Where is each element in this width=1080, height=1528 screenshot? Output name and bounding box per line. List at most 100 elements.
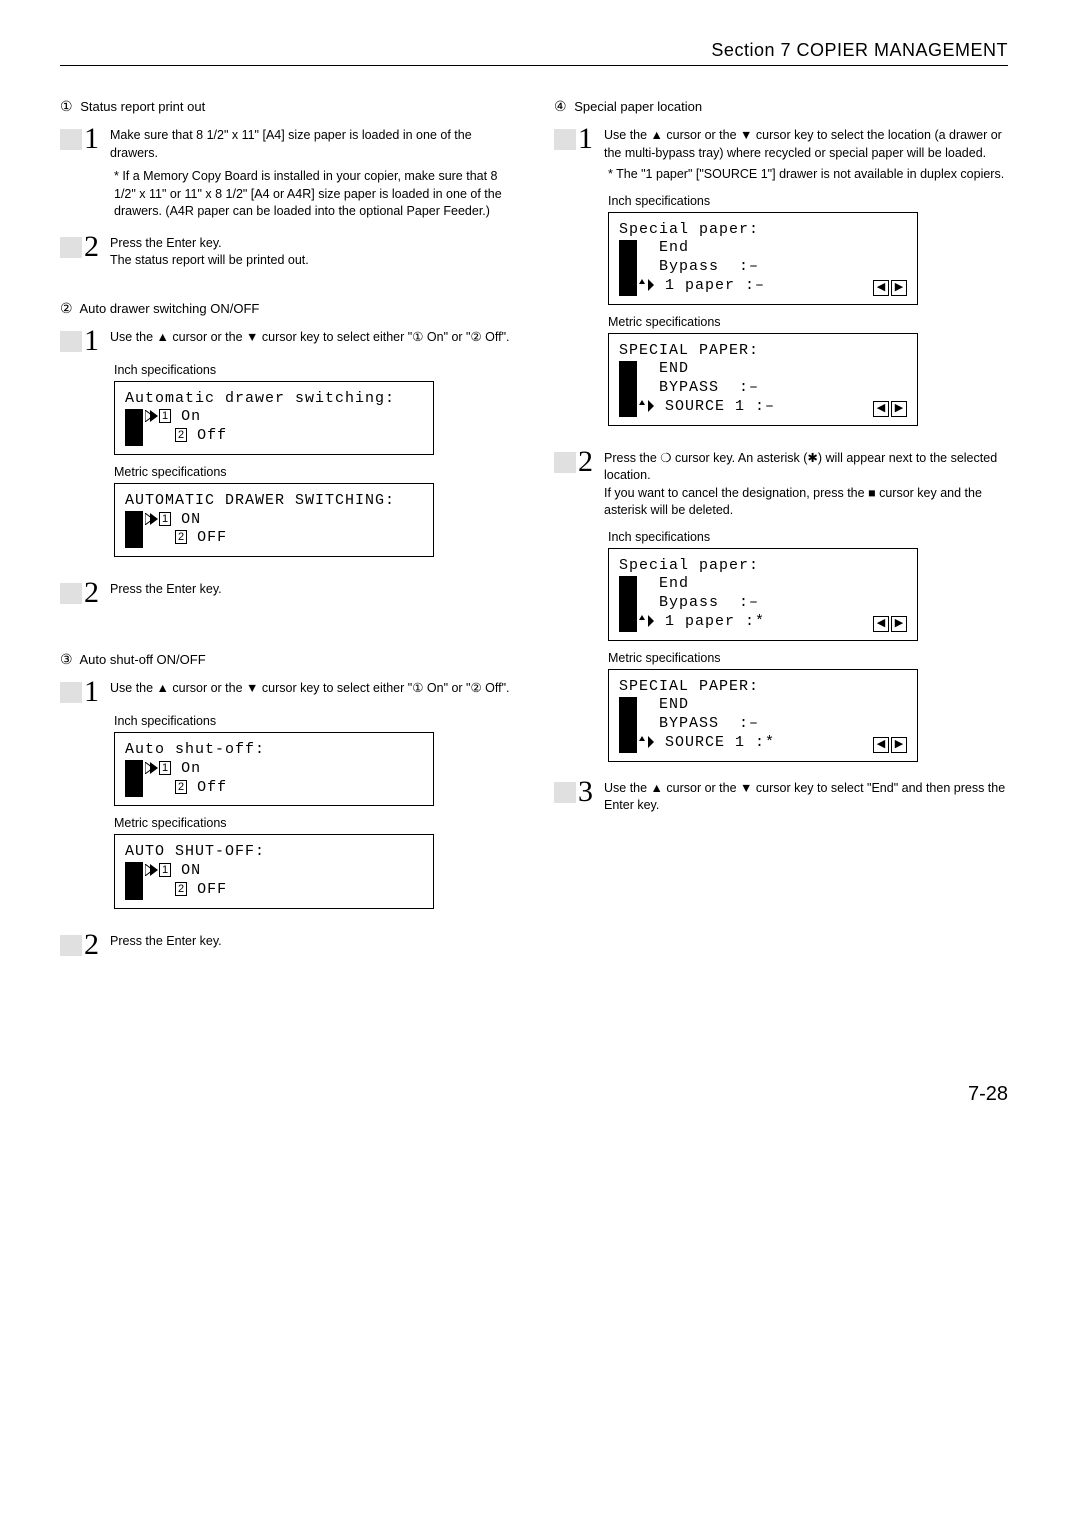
page-header: Section 7 COPIER MANAGEMENT: [60, 40, 1008, 66]
lcd-opt1: 1 ON: [125, 862, 423, 881]
updown-icon: [639, 736, 655, 748]
arrow-select-icon: [145, 762, 159, 774]
lcd-screen-item4-inch2: Special paper: End Bypass :– 1 paper :* …: [608, 548, 918, 641]
item3-step1: 1 Use the ▲ cursor or the ▼ cursor key t…: [60, 680, 514, 704]
lcd-title: SPECIAL PAPER:: [619, 342, 907, 361]
step-text-line1: Press the Enter key.: [110, 236, 222, 250]
inch-spec-label: Inch specifications: [114, 714, 514, 728]
lcd-title: SPECIAL PAPER:: [619, 678, 907, 697]
step-number: 1: [84, 329, 100, 353]
step-text: Use the ▲ cursor or the ▼ cursor key to …: [110, 329, 514, 347]
option-num-2: 2: [175, 882, 187, 896]
lcd-title: Special paper:: [619, 557, 907, 576]
left-arrow-icon: ◀: [873, 616, 889, 632]
updown-icon: [639, 400, 655, 412]
lcd-screen-item4-inch: Special paper: End Bypass :– 1 paper :– …: [608, 212, 918, 305]
lcd-line2: BYPASS :–: [619, 715, 907, 734]
lcd-opt1: 1 On: [125, 408, 423, 427]
lcd-opt1: 1 On: [125, 760, 423, 779]
updown-icon: [639, 615, 655, 627]
step-text: Press the Enter key. The status report w…: [110, 235, 514, 270]
lcd-title: Automatic drawer switching:: [125, 390, 423, 409]
option-2-text: Off: [197, 427, 227, 444]
option-num-2: 2: [175, 428, 187, 442]
section-title: Section 7 COPIER MANAGEMENT: [711, 40, 1008, 60]
lcd-opt1: 1 ON: [125, 511, 423, 530]
lcd-nav-arrows: ◀ ▶: [873, 737, 907, 753]
lcd-opt2: 2 OFF: [125, 529, 423, 548]
lcd-title: AUTO SHUT-OFF:: [125, 843, 423, 862]
option-1-text: On: [181, 408, 201, 425]
lcd-line3: 1 paper :–: [619, 277, 907, 296]
right-arrow-icon: ▶: [891, 401, 907, 417]
item2-step2: 2 Press the Enter key.: [60, 581, 514, 605]
item2-step1: 1 Use the ▲ cursor or the ▼ cursor key t…: [60, 329, 514, 353]
lcd-nav-arrows: ◀ ▶: [873, 401, 907, 417]
lcd-opt2: 2 Off: [125, 779, 423, 798]
option-2-text: OFF: [197, 881, 227, 898]
right-column: ④ Special paper location 1 Use the ▲ cur…: [554, 90, 1008, 963]
arrow-select-icon: [145, 864, 159, 876]
option-1-text: ON: [181, 862, 201, 879]
lcd-line2: Bypass :–: [619, 594, 907, 613]
lcd-line3: SOURCE 1 :*: [619, 734, 907, 753]
lcd-screen-item4-metric: SPECIAL PAPER: END BYPASS :– SOURCE 1 :–…: [608, 333, 918, 426]
lcd-screen-item3-inch: Auto shut-off: 1 On 2 Off: [114, 732, 434, 806]
step2-note: If you want to cancel the designation, p…: [604, 486, 982, 518]
item2-title-text: Auto drawer switching ON/OFF: [79, 301, 259, 316]
metric-spec-label2: Metric specifications: [608, 651, 1008, 665]
step-box: [60, 935, 82, 956]
lcd-screen-item4-metric2: SPECIAL PAPER: END BYPASS :– SOURCE 1 :*…: [608, 669, 918, 762]
lcd-line2: Bypass :–: [619, 258, 907, 277]
metric-spec-label: Metric specifications: [114, 816, 514, 830]
lcd-line2: BYPASS :–: [619, 379, 907, 398]
step-text: Press the Enter key.: [110, 581, 514, 599]
step-number: 2: [578, 450, 594, 474]
step-text: Use the ▲ cursor or the ▼ cursor key to …: [604, 127, 1008, 184]
option-num-1: 1: [159, 863, 171, 877]
step-number: 1: [84, 680, 100, 704]
lcd-line3: 1 paper :*: [619, 613, 907, 632]
page: Section 7 COPIER MANAGEMENT ① Status rep…: [0, 0, 1080, 1146]
step-text: Press the ❍ cursor key. An asterisk (✱) …: [604, 450, 1008, 520]
option-num-2: 2: [175, 780, 187, 794]
page-number: 7-28: [60, 1083, 1008, 1106]
step-box: [60, 583, 82, 604]
step-text: Make sure that 8 1/2" x 11" [A4] size pa…: [110, 127, 514, 162]
option-1-text: On: [181, 760, 201, 777]
lcd-line1: End: [619, 239, 907, 258]
step-box: [60, 331, 82, 352]
option-2-text: OFF: [197, 529, 227, 546]
item3-step2: 2 Press the Enter key.: [60, 933, 514, 957]
step-text-main: Use the ▲ cursor or the ▼ cursor key to …: [604, 128, 1002, 160]
option-num-2: 2: [175, 530, 187, 544]
step-box: [554, 129, 576, 150]
left-arrow-icon: ◀: [873, 401, 889, 417]
arrow-select-icon: [145, 513, 159, 525]
item4-title-text: Special paper location: [574, 99, 702, 114]
right-arrow-icon: ▶: [891, 280, 907, 296]
lcd-nav-arrows: ◀ ▶: [873, 280, 907, 296]
right-arrow-icon: ▶: [891, 737, 907, 753]
step-number: 2: [84, 235, 100, 259]
metric-spec-label: Metric specifications: [114, 465, 514, 479]
circled-num-1: ①: [60, 98, 73, 114]
lcd-title: AUTOMATIC DRAWER SWITCHING:: [125, 492, 423, 511]
circled-num-3: ③: [60, 651, 73, 667]
step-box: [60, 682, 82, 703]
step-text-line2: The status report will be printed out.: [110, 253, 309, 267]
lcd-screen-item3-metric: AUTO SHUT-OFF: 1 ON 2 OFF: [114, 834, 434, 908]
inch-spec-label2: Inch specifications: [608, 530, 1008, 544]
left-arrow-icon: ◀: [873, 737, 889, 753]
option-num-1: 1: [159, 409, 171, 423]
updown-icon: [639, 279, 655, 291]
lcd-nav-arrows: ◀ ▶: [873, 616, 907, 632]
item4-step1: 1 Use the ▲ cursor or the ▼ cursor key t…: [554, 127, 1008, 184]
circled-num-4: ④: [554, 98, 567, 114]
step-number: 2: [84, 581, 100, 605]
lcd-line3: SOURCE 1 :–: [619, 398, 907, 417]
lcd-opt2: 2 OFF: [125, 881, 423, 900]
item3-title-text: Auto shut-off ON/OFF: [79, 652, 205, 667]
step-number: 1: [578, 127, 594, 151]
item4-step3: 3 Use the ▲ cursor or the ▼ cursor key t…: [554, 780, 1008, 815]
